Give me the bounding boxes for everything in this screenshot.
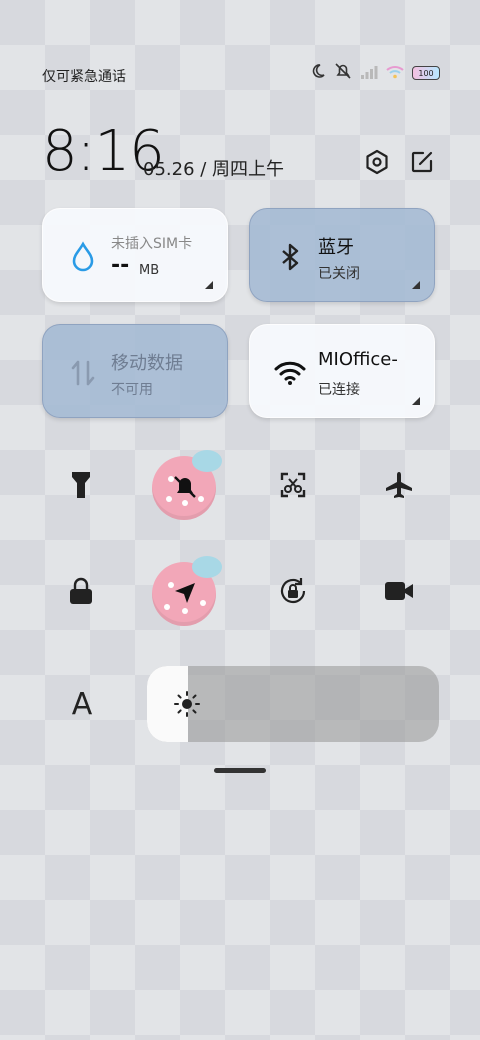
rotation-lock-icon	[278, 576, 308, 610]
drag-handle[interactable]	[214, 768, 266, 773]
flashlight-toggle[interactable]	[56, 462, 106, 512]
mobile-data-status: 不可用	[111, 382, 153, 398]
data-usage-value: --	[111, 253, 130, 278]
wifi-title: MIOffice-	[318, 349, 398, 370]
location-icon	[172, 580, 198, 610]
mobile-data-title: 移动数据	[111, 353, 183, 374]
airplane-toggle[interactable]	[374, 462, 424, 512]
screenshot-toggle[interactable]	[268, 462, 318, 512]
data-usage-unit: MB	[139, 263, 160, 278]
bluetooth-title: 蓝牙	[318, 237, 354, 258]
clock-date: 05.26 / 周四上午	[143, 159, 285, 180]
screen-record-toggle[interactable]	[374, 568, 424, 618]
flashlight-icon	[70, 470, 92, 504]
mobile-data-icon	[67, 357, 99, 389]
battery-icon: 100	[412, 66, 440, 80]
status-carrier-text: 仅可紧急通话	[42, 69, 126, 85]
settings-button[interactable]	[362, 149, 392, 179]
moon-icon	[310, 63, 326, 83]
settings-hex-icon	[364, 149, 390, 179]
bell-mute-icon	[334, 62, 352, 84]
font-size-button[interactable]: A	[62, 684, 102, 724]
mute-bell-icon	[172, 474, 198, 504]
wifi-status: 已连接	[318, 382, 360, 398]
lock-toggle[interactable]	[56, 568, 106, 618]
data-usage-tile[interactable]: 未插入SIM卡 -- MB	[42, 208, 228, 302]
water-drop-icon	[67, 241, 99, 273]
edit-icon	[410, 150, 434, 178]
mobile-data-tile[interactable]: 移动数据 不可用	[42, 324, 228, 418]
airplane-icon	[384, 470, 414, 504]
edit-button[interactable]	[407, 149, 437, 179]
silent-toggle[interactable]	[152, 450, 222, 520]
location-toggle[interactable]	[152, 556, 222, 626]
sun-icon	[173, 690, 201, 718]
tile-expand-corner	[205, 281, 213, 289]
tile-expand-corner	[412, 281, 420, 289]
screenshot-icon	[279, 471, 307, 503]
bluetooth-icon	[274, 241, 306, 273]
data-usage-title: 未插入SIM卡	[111, 236, 193, 252]
bluetooth-status: 已关闭	[318, 266, 360, 282]
wifi-tile[interactable]: MIOffice- 已连接	[249, 324, 435, 418]
status-icons: 100	[310, 62, 440, 84]
wifi-icon	[274, 357, 306, 389]
tile-expand-corner	[412, 397, 420, 405]
signal-icon	[360, 64, 378, 83]
rotation-lock-toggle[interactable]	[268, 568, 318, 618]
video-camera-icon	[383, 579, 415, 607]
lock-icon	[68, 577, 94, 609]
wifi-icon	[386, 64, 404, 83]
bluetooth-tile[interactable]: 蓝牙 已关闭	[249, 208, 435, 302]
